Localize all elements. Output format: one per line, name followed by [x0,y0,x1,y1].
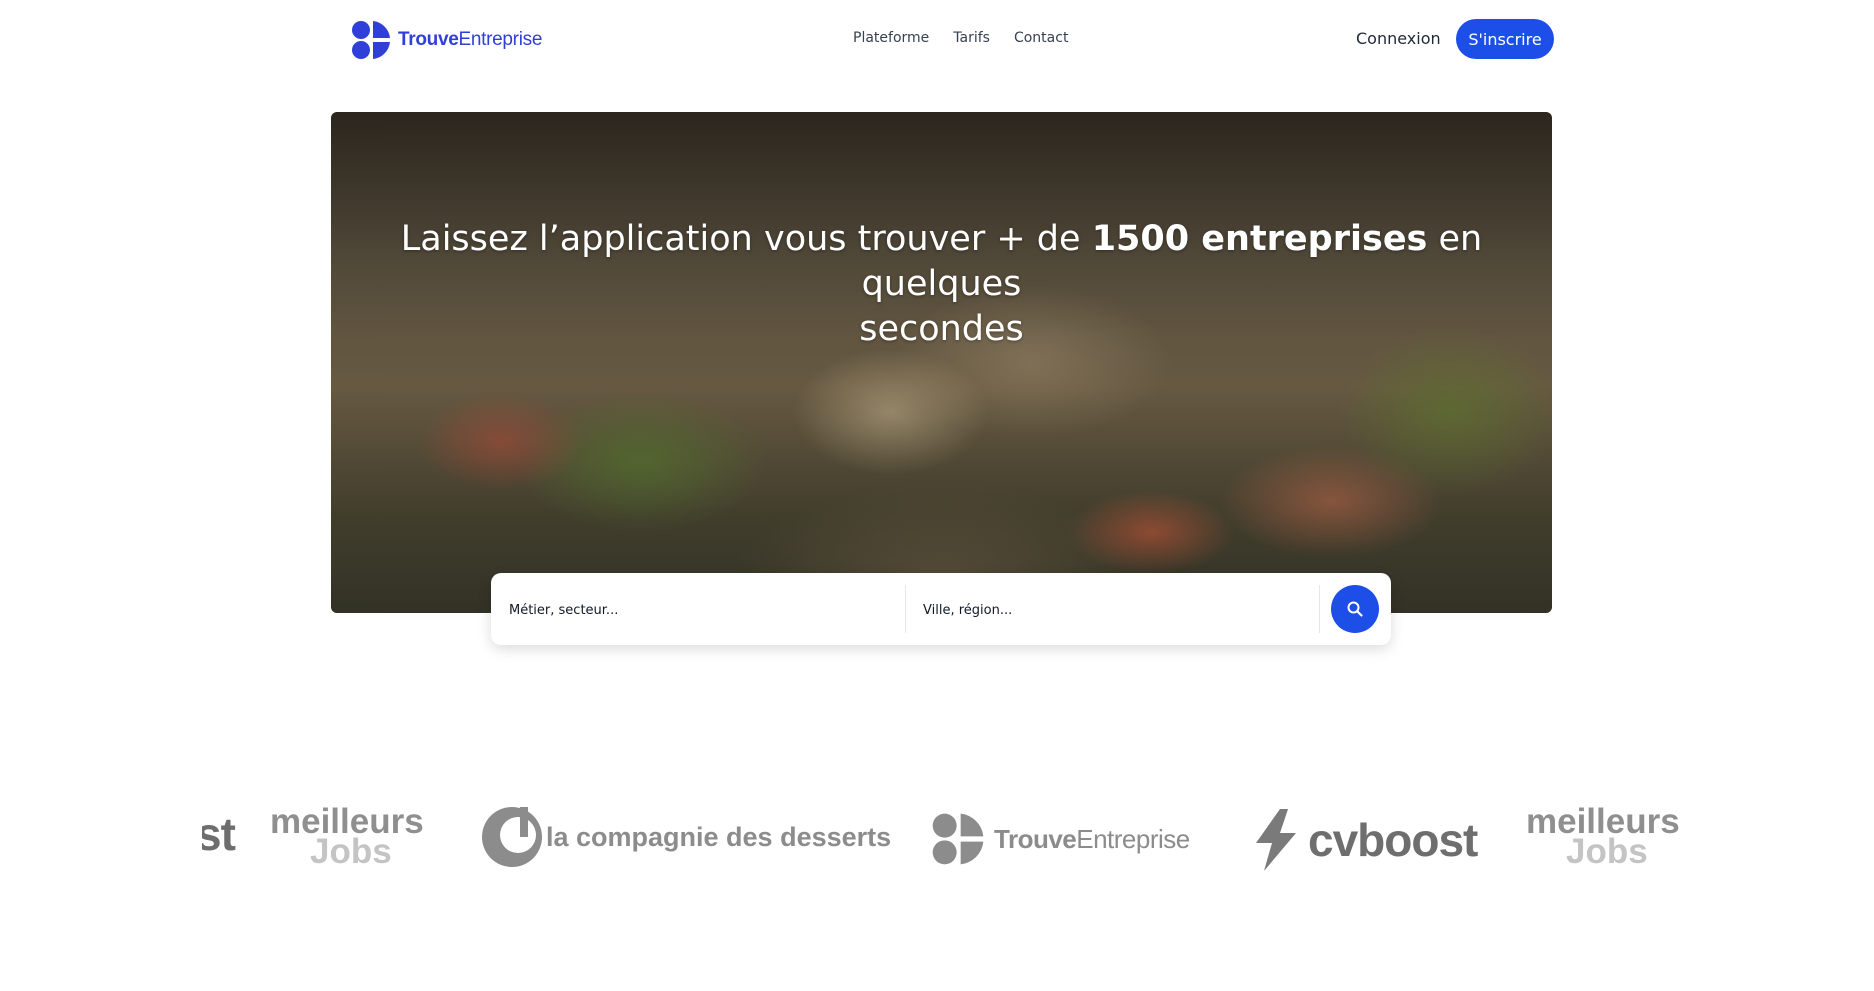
desserts-logo-icon [482,807,542,867]
site-header: TrouveEntreprise Plateforme Tarifs Conta… [0,0,1874,78]
search-divider [1319,585,1320,633]
nav-contact[interactable]: Contact [1014,30,1068,46]
brand-logo[interactable]: TrouveEntreprise [350,19,542,61]
partner-logo-compagnie-desserts: la compagnie des desserts [480,805,891,869]
brand-name: TrouveEntreprise [398,29,543,50]
lightning-icon [1256,809,1296,871]
login-link[interactable]: Connexion [1356,29,1441,48]
partner-logo-meilleurs-jobs-repeat: meilleurs Jobs [1526,802,1680,871]
hero-title: Laissez l’application vous trouver + de … [400,219,1483,350]
search-bar [491,573,1391,645]
hero-banner: Laissez l’application vous trouver + de … [331,112,1552,613]
main-nav: Plateforme Tarifs Contact [853,30,1068,46]
nav-plateforme[interactable]: Plateforme [853,30,929,46]
brand-logo-icon [352,21,390,59]
meilleurs-jobs-text: meilleurs Jobs [1526,802,1680,871]
signup-button[interactable]: S'inscrire [1456,19,1554,59]
partner-logo-meilleurs-jobs: meilleurs Jobs [270,802,424,871]
partner-logo-trouveentreprise: TrouveEntreprise [930,811,1190,867]
partner-logo-cvboost-partial: st [202,808,236,860]
partners-carousel: st meilleurs Jobs la compagnie des desse… [202,795,1682,885]
search-button[interactable] [1331,585,1379,633]
search-divider [905,585,906,633]
job-search-input[interactable] [507,586,901,634]
nav-tarifs[interactable]: Tarifs [953,30,990,46]
search-icon [1347,601,1363,617]
meilleurs-jobs-text: meilleurs Jobs [270,802,424,871]
location-search-input[interactable] [921,586,1315,634]
partner-logo-cvboost: cvboost [1250,807,1478,873]
trouveentreprise-logo-icon [932,813,984,865]
